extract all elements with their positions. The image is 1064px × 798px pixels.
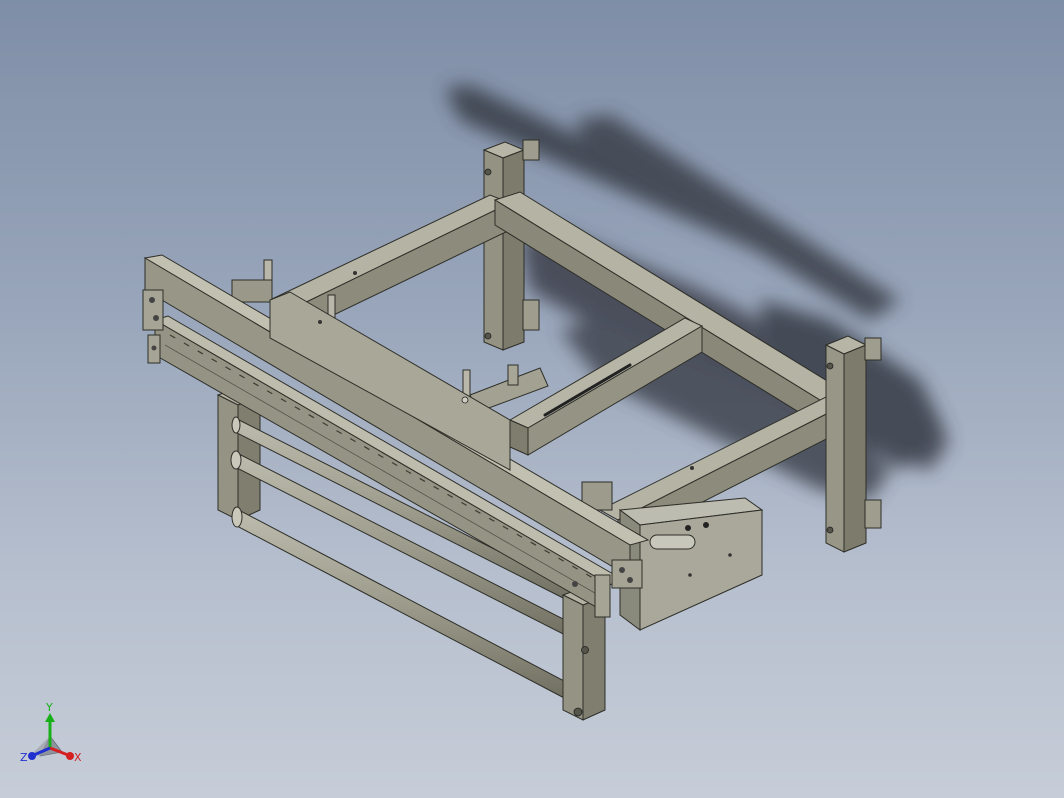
y-axis-label: Y bbox=[45, 701, 53, 714]
x-axis-arrow bbox=[49, 746, 74, 760]
graphics-viewport[interactable]: Y X Z bbox=[0, 0, 1064, 798]
x-axis-label: X bbox=[74, 751, 82, 764]
model-render[interactable] bbox=[0, 0, 1064, 798]
z-axis-label: Z bbox=[20, 751, 28, 764]
orientation-triad[interactable]: Y X Z bbox=[18, 700, 88, 772]
